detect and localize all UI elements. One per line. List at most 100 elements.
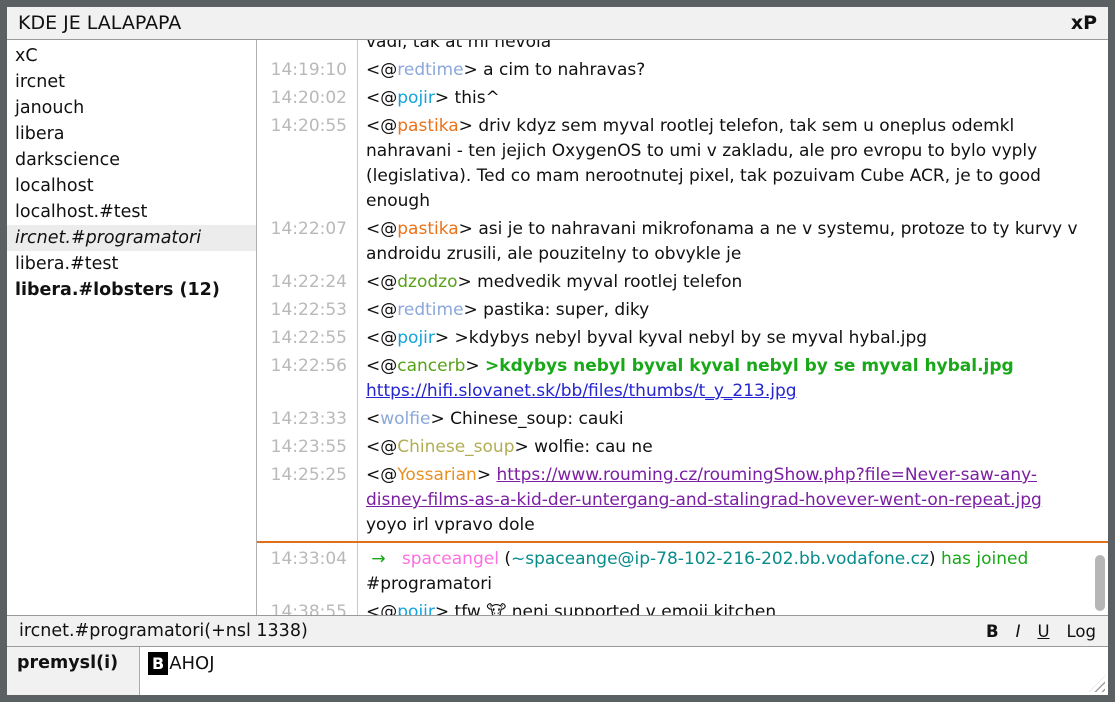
- text-segment: > Chinese_soup: cauki: [430, 409, 623, 429]
- text-segment: [386, 549, 402, 569]
- message-text: <@pastika> driv kdyz sem myval rootlej t…: [357, 114, 1108, 214]
- message-text: <@Chinese_soup> wolfie: cau ne: [357, 435, 1108, 460]
- text-segment: > medvedik myval rootlej telefon: [457, 272, 742, 292]
- chat-message: 14:22:55<@pojir> >kdybys nebyl byval kyv…: [257, 326, 1108, 351]
- window-control-xp[interactable]: xP: [1071, 12, 1097, 34]
- nick: spaceangel: [402, 549, 499, 569]
- nick-label: premysl(i): [7, 647, 140, 695]
- nick: dzodzo: [397, 272, 457, 292]
- nick: pojir: [397, 328, 435, 348]
- italic-button[interactable]: I: [1016, 622, 1021, 641]
- nick: pojir: [397, 602, 435, 615]
- chat-message: 14:22:24<@dzodzo> medvedik myval rootlej…: [257, 270, 1108, 295]
- chat-message: 14:23:55<@Chinese_soup> wolfie: cau ne: [257, 435, 1108, 460]
- text-segment: <@: [366, 328, 397, 348]
- resize-grip[interactable]: [1089, 676, 1105, 692]
- text-segment: >: [465, 356, 485, 376]
- sidebar-item-janouch[interactable]: janouch: [7, 95, 256, 121]
- text-segment: ): [929, 549, 941, 569]
- sidebar-item-xc[interactable]: xC: [7, 43, 256, 69]
- sidebar-item-libera-test[interactable]: libera.#test: [7, 251, 256, 277]
- chat-message: vadi, tak at mi nevola: [257, 40, 1108, 55]
- nick: redtime: [397, 60, 463, 80]
- chat-message: 14:33:04 → spaceangel (~spaceange@ip-78-…: [257, 547, 1108, 597]
- chat-log: vadi, tak at mi nevola14:19:10<@redtime>…: [257, 40, 1108, 615]
- chat-area: vadi, tak at mi nevola14:19:10<@redtime>…: [257, 40, 1108, 615]
- text-segment: >kdybys nebyl byval kyval nebyl by se my…: [485, 356, 1014, 376]
- text-segment: <: [366, 409, 380, 429]
- chat-message: 14:20:55<@pastika> driv kdyz sem myval r…: [257, 114, 1108, 214]
- text-segment: > >kdybys nebyl byval kyval nebyl by se …: [435, 328, 927, 348]
- text-segment: <@: [366, 272, 397, 292]
- text-segment: (: [499, 549, 511, 569]
- log-button[interactable]: Log: [1067, 622, 1096, 641]
- irc-client-window: KDE JE LALAPAPA xP xCircnetjanouchlibera…: [0, 0, 1115, 702]
- text-segment: [1014, 356, 1019, 376]
- text-segment: <@: [366, 356, 397, 376]
- message-link[interactable]: https://hifi.slovanet.sk/bb/files/thumbs…: [366, 381, 797, 401]
- message-timestamp: 14:38:55: [257, 600, 357, 615]
- input-text: AHOJ: [169, 653, 214, 674]
- message-text: vadi, tak at mi nevola: [357, 40, 1108, 55]
- chat-message: 14:25:25<@Yossarian> https://www.rouming…: [257, 463, 1108, 538]
- chat-message: 14:22:53<@redtime> pastika: super, diky: [257, 298, 1108, 323]
- sidebar-item-ircnet[interactable]: ircnet: [7, 69, 256, 95]
- message-text: <@cancerb> >kdybys nebyl byval kyval neb…: [357, 354, 1108, 404]
- message-text: <@redtime> a cim to nahravas?: [357, 58, 1108, 83]
- underline-button[interactable]: U: [1037, 622, 1049, 641]
- status-bar: ircnet.#programatori(+nsl 1338) B I U Lo…: [7, 615, 1108, 646]
- chat-message: 14:20:02<@pojir> this^: [257, 86, 1108, 111]
- text-segment: <@: [366, 88, 397, 108]
- chat-message: 14:19:10<@redtime> a cim to nahravas?: [257, 58, 1108, 83]
- text-segment: has joined: [941, 549, 1028, 569]
- message-input[interactable]: BAHOJ: [140, 647, 1108, 695]
- input-bar: premysl(i) BAHOJ: [7, 646, 1108, 695]
- message-timestamp: 14:22:07: [257, 217, 357, 267]
- message-timestamp: 14:33:04: [257, 547, 357, 597]
- message-text: <@pojir> >kdybys nebyl byval kyval nebyl…: [357, 326, 1108, 351]
- message-timestamp: 14:19:10: [257, 58, 357, 83]
- sidebar-item-localhost-test[interactable]: localhost.#test: [7, 199, 256, 225]
- text-segment: <@: [366, 300, 397, 320]
- text-segment: <@: [366, 116, 397, 136]
- status-topic: ircnet.#programatori(+nsl 1338): [19, 621, 308, 641]
- message-text: <@Yossarian> https://www.rouming.cz/roum…: [357, 463, 1108, 538]
- text-segment: > a cim to nahravas?: [464, 60, 646, 80]
- scrollbar-thumb[interactable]: [1095, 555, 1105, 611]
- text-segment: > wolfie: cau ne: [515, 437, 653, 457]
- sidebar-item-darkscience[interactable]: darkscience: [7, 147, 256, 173]
- message-text: <@pastika> asi je to nahravani mikrofona…: [357, 217, 1108, 267]
- nick: cancerb: [397, 356, 465, 376]
- nick: pastika: [397, 116, 458, 136]
- nick: Chinese_soup: [397, 437, 514, 457]
- sidebar-item-libera[interactable]: libera: [7, 121, 256, 147]
- text-segment: > this^: [435, 88, 500, 108]
- message-timestamp: [257, 40, 357, 55]
- text-segment: <@: [366, 465, 397, 485]
- chat-message: 14:38:55<@pojir> tfw 🐮 neni supported v …: [257, 600, 1108, 615]
- text-segment: vadi, tak at mi nevola: [366, 40, 551, 52]
- message-timestamp: 14:22:55: [257, 326, 357, 351]
- sidebar-item-localhost[interactable]: localhost: [7, 173, 256, 199]
- bold-control-char: B: [148, 652, 168, 675]
- message-timestamp: 14:20:02: [257, 86, 357, 111]
- chat-message: 14:22:07<@pastika> asi je to nahravani m…: [257, 217, 1108, 267]
- message-text: <@pojir> this^: [357, 86, 1108, 111]
- sidebar-item-ircnet-programatori[interactable]: ircnet.#programatori: [7, 225, 256, 251]
- nick: pastika: [397, 219, 458, 239]
- nick: Yossarian: [397, 465, 477, 485]
- text-segment: > asi je to nahravani mikrofonama a ne v…: [366, 219, 1083, 264]
- text-segment: > driv kdyz sem myval rootlej telefon, t…: [366, 116, 1046, 211]
- nick: wolfie: [380, 409, 430, 429]
- chat-message: 14:23:33<wolfie> Chinese_soup: cauki: [257, 407, 1108, 432]
- text-segment: >: [477, 465, 497, 485]
- text-segment: > tfw 🐮 neni supported v emoji kitchen: [435, 602, 776, 615]
- main-area: xCircnetjanouchliberadarksciencelocalhos…: [7, 40, 1108, 615]
- sidebar-item-libera-lobsters-12-[interactable]: libera.#lobsters (12): [7, 277, 256, 303]
- message-timestamp: 14:20:55: [257, 114, 357, 214]
- bold-button[interactable]: B: [986, 622, 999, 641]
- window-title: KDE JE LALAPAPA: [18, 12, 181, 34]
- text-segment: →: [371, 549, 385, 569]
- format-buttons: B I U Log: [986, 622, 1096, 641]
- message-text: → spaceangel (~spaceange@ip-78-102-216-2…: [357, 547, 1108, 597]
